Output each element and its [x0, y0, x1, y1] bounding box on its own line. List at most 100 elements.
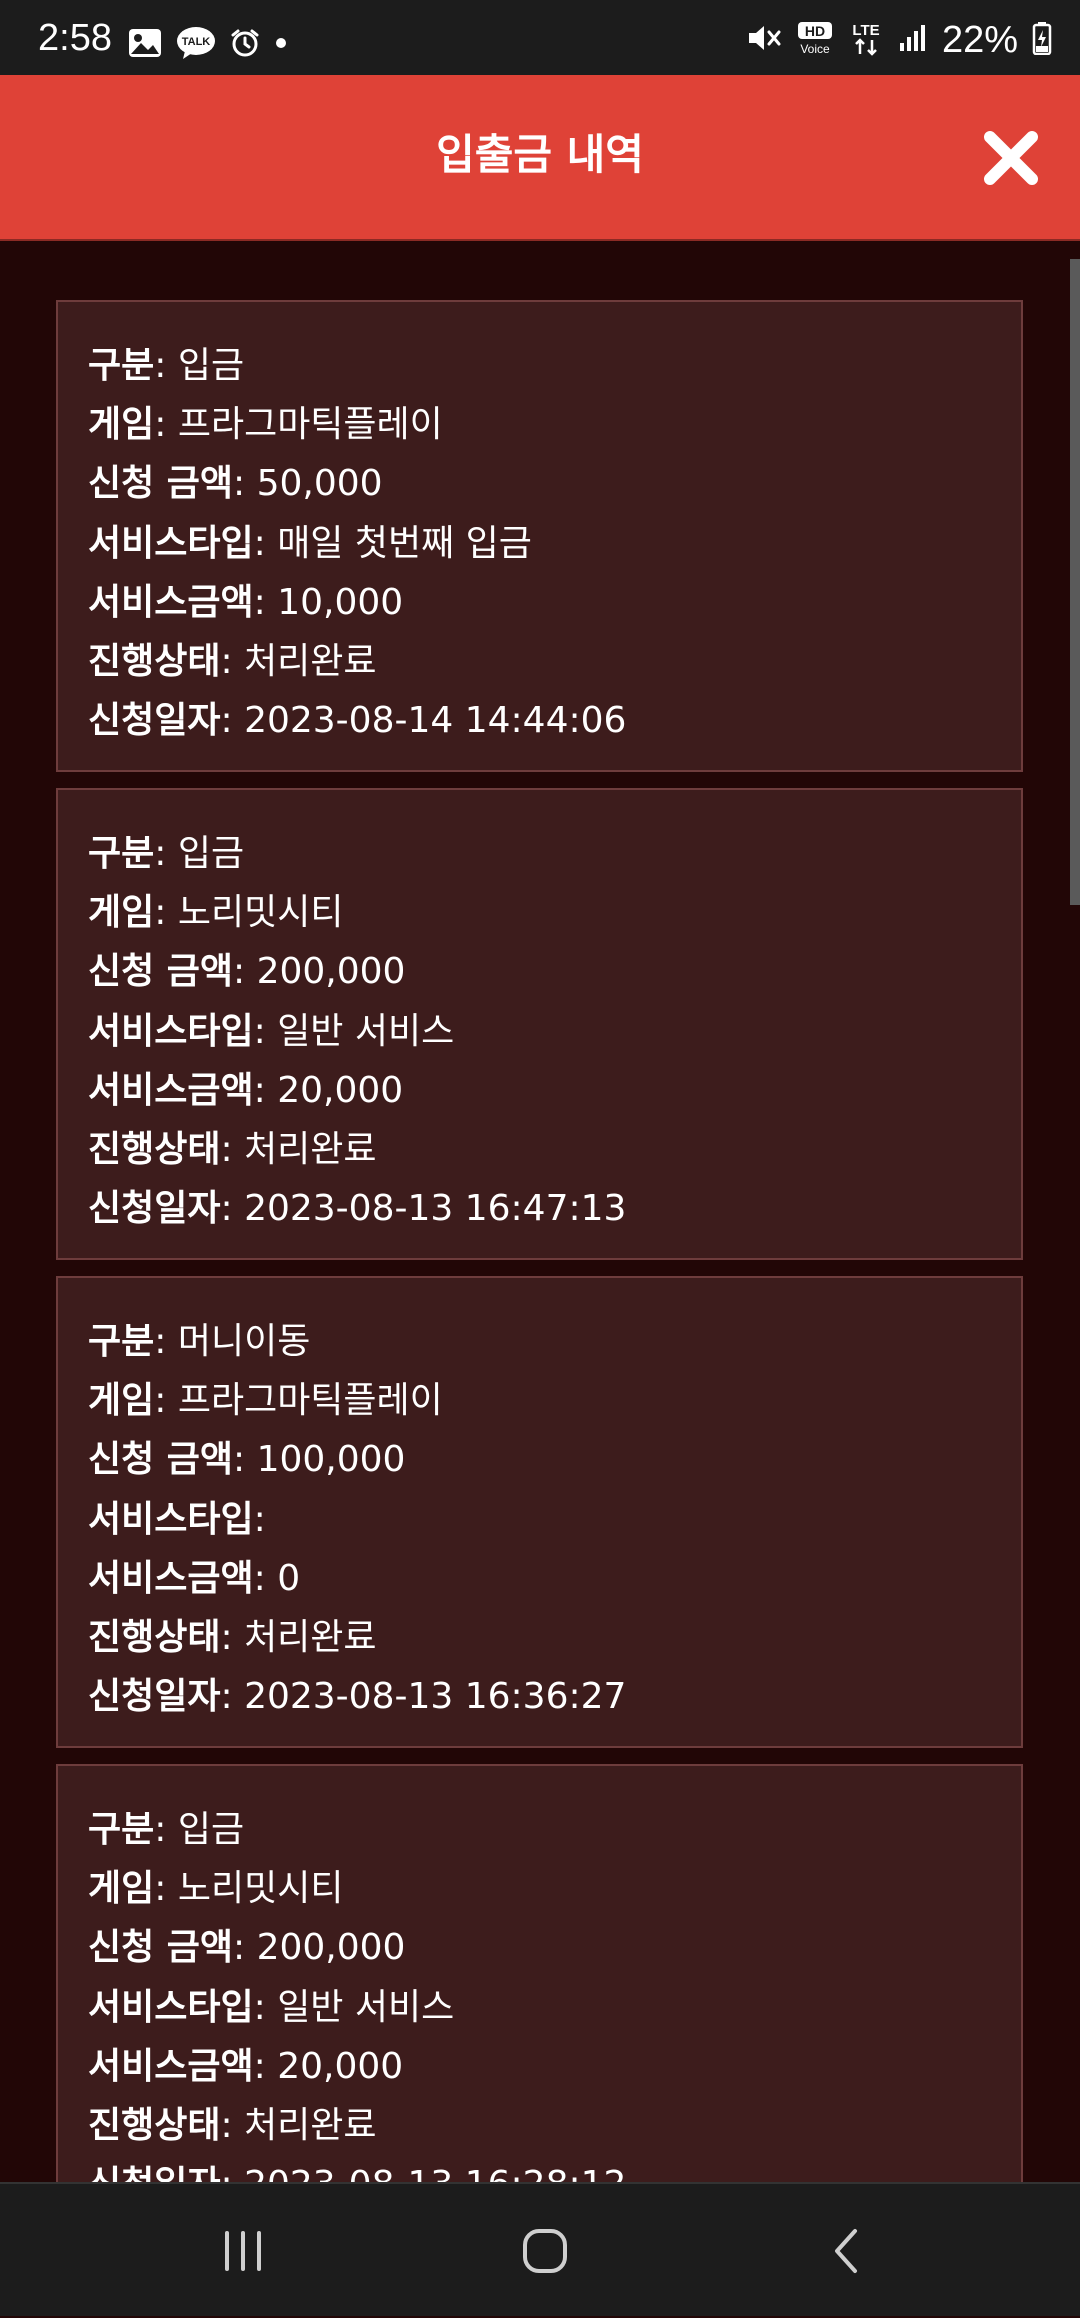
home-button[interactable]	[445, 2184, 645, 2318]
mute-icon	[746, 21, 782, 60]
value-service-amount: 20,000	[277, 1069, 404, 1111]
row-game: 게임: 노리밋시티	[88, 1868, 344, 1910]
label-type: 구분	[88, 1809, 155, 1850]
back-icon[interactable]	[822, 2226, 872, 2276]
value-type: 입금	[177, 1809, 245, 1850]
transaction-card: 구분: 입금 게임: 노리밋시티 신청 금액: 200,000 서비스타입: 일…	[56, 1764, 1023, 2182]
row-service-type: 서비스타입: 일반 서비스	[88, 1986, 455, 2028]
value-game: 프라그마틱플레이	[177, 1380, 443, 1422]
label-service-type: 서비스타입	[88, 522, 254, 564]
dot-icon	[274, 36, 288, 55]
value-date: 2023-08-14 14:44:06	[244, 700, 627, 742]
row-status: 진행상태: 처리완료	[88, 2105, 377, 2147]
label-date: 신청일자	[88, 1188, 221, 1230]
battery-percent: 22%	[941, 19, 1018, 61]
value-amount: 200,000	[256, 951, 406, 993]
row-status: 진행상태: 처리완료	[88, 1617, 377, 1659]
value-service-amount: 0	[277, 1557, 301, 1599]
value-status: 처리완료	[244, 2105, 377, 2147]
value-amount: 50,000	[256, 463, 383, 505]
value-amount: 200,000	[256, 1927, 406, 1969]
status-bar: 2:58 TALK HD Voice LTE 22%	[0, 0, 1080, 75]
label-service-type: 서비스타입	[88, 1498, 254, 1540]
row-service-amount: 서비스금액: 20,000	[88, 2045, 404, 2087]
label-amount: 신청 금액	[88, 463, 234, 505]
row-date: 신청일자: 2023-08-13 16:36:27	[88, 1676, 627, 1718]
row-date: 신청일자: 2023-08-13 16:47:13	[88, 1188, 627, 1230]
recents-icon[interactable]	[218, 2226, 268, 2276]
lte-icon: LTE	[848, 20, 884, 61]
row-type: 구분: 머니이동	[88, 1321, 311, 1362]
row-game: 게임: 프라그마틱플레이	[88, 1380, 443, 1422]
row-amount: 신청 금액: 200,000	[88, 1927, 406, 1969]
hd-voice-icon: HD Voice	[796, 21, 834, 60]
value-game: 노리밋시티	[177, 1868, 344, 1910]
value-date: 2023-08-13 16:28:12	[244, 2164, 626, 2182]
back-button[interactable]	[747, 2184, 947, 2318]
value-game: 노리밋시티	[177, 892, 344, 934]
page-header: 입출금 내역	[0, 75, 1080, 241]
close-icon[interactable]	[980, 127, 1042, 189]
value-type: 머니이동	[177, 1321, 311, 1362]
row-status: 진행상태: 처리완료	[88, 1129, 377, 1171]
battery-icon	[1032, 21, 1052, 60]
lte-label: LTE	[852, 22, 879, 39]
value-service-amount: 20,000	[277, 2045, 404, 2087]
label-status: 진행상태	[88, 2105, 221, 2147]
row-type: 구분: 입금	[88, 1809, 245, 1850]
label-amount: 신청 금액	[88, 951, 234, 993]
navigation-bar	[0, 2182, 1080, 2316]
hd-label: HD	[805, 23, 825, 39]
label-game: 게임	[88, 1380, 155, 1422]
label-game: 게임	[88, 404, 155, 446]
home-icon[interactable]	[520, 2226, 570, 2276]
status-time: 2:58	[38, 17, 112, 59]
value-type: 입금	[177, 345, 245, 386]
value-service-type: 일반 서비스	[277, 1986, 455, 2028]
row-service-amount: 서비스금액: 0	[88, 1557, 301, 1599]
notification-icons: TALK	[128, 26, 288, 65]
label-status: 진행상태	[88, 641, 221, 683]
label-date: 신청일자	[88, 700, 221, 742]
value-status: 처리완료	[244, 641, 377, 683]
label-status: 진행상태	[88, 1617, 221, 1659]
row-date: 신청일자: 2023-08-14 14:44:06	[88, 700, 627, 742]
label-type: 구분	[88, 345, 155, 386]
gallery-icon	[128, 28, 162, 63]
label-service-amount: 서비스금액	[88, 1069, 254, 1111]
value-date: 2023-08-13 16:47:13	[244, 1188, 627, 1230]
talk-label: TALK	[182, 36, 211, 48]
row-type: 구분: 입금	[88, 833, 245, 874]
value-service-type: 매일 첫번째 입금	[277, 522, 532, 564]
page-title: 입출금 내역	[436, 130, 644, 179]
label-service-type: 서비스타입	[88, 1986, 254, 2028]
label-service-amount: 서비스금액	[88, 1557, 254, 1599]
label-service-type: 서비스타입	[88, 1010, 254, 1052]
value-game: 프라그마틱플레이	[177, 404, 443, 446]
row-service-type: 서비스타입: 매일 첫번째 입금	[88, 522, 532, 564]
label-game: 게임	[88, 892, 155, 934]
system-icons: HD Voice LTE 22%	[746, 18, 1052, 62]
signal-icon	[898, 23, 928, 58]
close-button[interactable]	[980, 127, 1042, 189]
label-date: 신청일자	[88, 1676, 221, 1718]
label-amount: 신청 금액	[88, 1927, 234, 1969]
row-service-amount: 서비스금액: 10,000	[88, 581, 404, 623]
value-status: 처리완료	[244, 1617, 377, 1659]
transaction-card: 구분: 입금 게임: 노리밋시티 신청 금액: 200,000 서비스타입: 일…	[56, 788, 1023, 1260]
value-service-type: 일반 서비스	[277, 1010, 455, 1052]
label-game: 게임	[88, 1868, 155, 1910]
talk-icon: TALK	[176, 26, 216, 65]
value-type: 입금	[177, 833, 245, 874]
transaction-card: 구분: 입금 게임: 프라그마틱플레이 신청 금액: 50,000 서비스타입:…	[56, 300, 1023, 772]
row-type: 구분: 입금	[88, 345, 245, 386]
label-date: 신청일자	[88, 2164, 220, 2182]
row-date: 신청일자: 2023-08-13 16:28:12	[88, 2155, 1021, 2182]
row-service-amount: 서비스금액: 20,000	[88, 1069, 404, 1111]
transaction-list[interactable]: 구분: 입금 게임: 프라그마틱플레이 신청 금액: 50,000 서비스타입:…	[0, 241, 1080, 2182]
label-type: 구분	[88, 1321, 155, 1362]
recents-button[interactable]	[143, 2184, 343, 2318]
value-amount: 100,000	[256, 1439, 406, 1481]
label-amount: 신청 금액	[88, 1439, 234, 1481]
scrollbar[interactable]	[1070, 259, 1080, 905]
